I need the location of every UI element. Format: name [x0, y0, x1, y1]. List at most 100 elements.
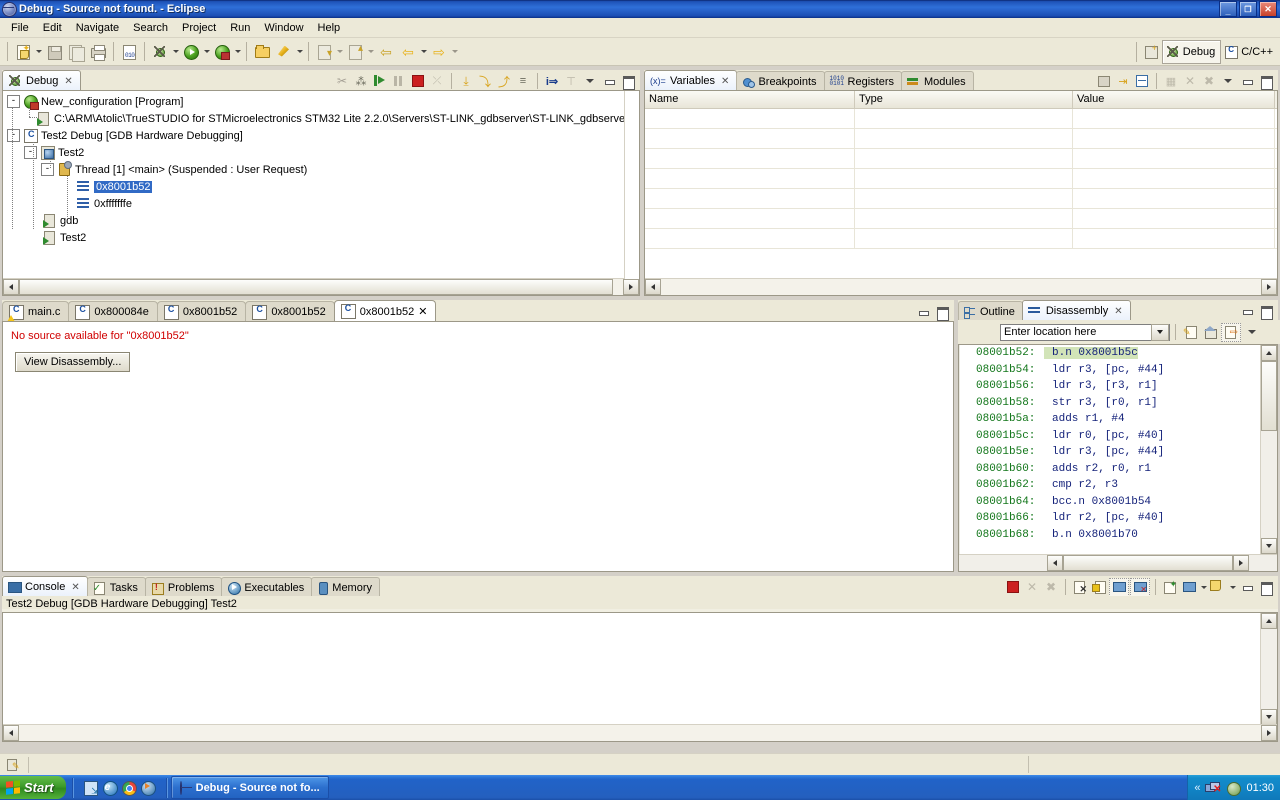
tree-row[interactable]: - Thread [1] <main> (Suspended : User Re… [3, 160, 639, 178]
display-selected-console-icon[interactable]: ✕ [1130, 577, 1150, 597]
scroll-right-button[interactable] [1233, 555, 1249, 571]
print-icon[interactable] [87, 41, 109, 63]
menu-project[interactable]: Project [175, 20, 223, 36]
view-menu-icon[interactable] [1243, 324, 1261, 341]
disassembly-row[interactable]: 08001b64: bcc.n 0x8001b54 [960, 494, 1260, 511]
table-row[interactable] [645, 229, 1277, 249]
show-logical-structure-icon[interactable]: ⇥ [1114, 73, 1132, 90]
disassembly-row[interactable]: 08001b52: b.n 0x8001b5c [960, 345, 1260, 362]
disassembly-row[interactable]: 08001b66: ldr r2, [pc, #40] [960, 510, 1260, 527]
new-icon[interactable]: ✦ [12, 41, 34, 63]
scroll-up-button[interactable] [1261, 613, 1277, 629]
disassembly-row[interactable]: 08001b5c: ldr r0, [pc, #40] [960, 428, 1260, 445]
run-icon[interactable] [180, 41, 202, 63]
scroll-right-button[interactable] [1261, 725, 1277, 741]
console-hscrollbar[interactable] [3, 724, 1277, 741]
media-player-icon[interactable] [140, 780, 156, 796]
table-row[interactable] [645, 109, 1277, 129]
previous-annotation-icon[interactable]: ▴ [344, 41, 366, 63]
scroll-thumb[interactable] [1063, 555, 1233, 571]
disconnect-icon[interactable]: ✂ [333, 73, 351, 90]
expander-icon[interactable]: - [24, 146, 37, 159]
minimize-icon[interactable] [600, 73, 618, 90]
drop-to-frame-icon[interactable]: ≡ [514, 73, 532, 90]
expander-icon[interactable]: - [41, 163, 54, 176]
open-console-icon[interactable]: ✦ [1161, 579, 1179, 596]
minimize-button[interactable]: _ [1219, 1, 1237, 17]
tab-registers[interactable]: 1010 0101 Registers [823, 71, 902, 91]
minimize-icon[interactable] [1238, 303, 1256, 320]
close-button[interactable]: ✕ [1259, 1, 1277, 17]
scroll-right-button[interactable] [1261, 279, 1277, 295]
debug-dropdown-arrow[interactable] [171, 42, 180, 62]
show-type-names-icon[interactable] [1095, 73, 1113, 90]
tab-tasks[interactable]: ✓ Tasks [86, 577, 146, 597]
editor-tab-0x8001b52-1[interactable]: 0x8001b52 [156, 301, 247, 322]
maximize-icon[interactable] [619, 73, 637, 90]
minimize-icon[interactable] [1238, 73, 1256, 90]
tab-disassembly[interactable]: Disassembly ✕ [1021, 300, 1131, 321]
minimize-icon[interactable] [914, 304, 932, 321]
scroll-thumb[interactable] [1261, 361, 1277, 431]
tab-executables[interactable]: Executables [221, 577, 313, 597]
security-icon[interactable] [1226, 781, 1242, 796]
external-tools-icon[interactable] [211, 41, 233, 63]
collapse-all-icon[interactable] [1133, 73, 1151, 90]
debug-tree-vscrollbar[interactable] [624, 91, 639, 279]
tab-modules[interactable]: Modules [901, 71, 974, 91]
remove-all-launches-icon[interactable]: ✖ [1042, 579, 1060, 596]
close-icon[interactable]: ✕ [721, 76, 729, 87]
tree-row[interactable]: C:\ARM\Atolic\TrueSTUDIO for STMicroelec… [3, 110, 639, 127]
disassembly-row[interactable]: 08001b68: b.n 0x8001b70 [960, 527, 1260, 544]
disassembly-row[interactable]: 08001b62: cmp r2, r3 [960, 477, 1260, 494]
table-row[interactable] [645, 169, 1277, 189]
maximize-icon[interactable] [933, 304, 951, 321]
binary-icon[interactable] [118, 41, 140, 63]
table-row[interactable] [645, 209, 1277, 229]
add-watch-icon[interactable]: ▦ [1162, 73, 1180, 90]
suspend-icon[interactable] [390, 73, 408, 90]
disconnect2-icon[interactable]: ⤫ [428, 73, 446, 90]
scroll-left-button[interactable] [3, 725, 19, 741]
run-dropdown-arrow[interactable] [202, 42, 211, 62]
table-row[interactable] [645, 189, 1277, 209]
scroll-left-button[interactable] [1047, 555, 1063, 571]
debug-icon[interactable] [149, 41, 171, 63]
variables-hscrollbar[interactable] [645, 278, 1277, 295]
scroll-up-button[interactable] [1261, 345, 1277, 361]
back-history-icon[interactable]: ⇦ [397, 41, 419, 63]
terminate-icon[interactable] [409, 73, 427, 90]
step-over-icon[interactable]: ⤵ [476, 73, 494, 90]
tree-row[interactable]: 0xfffffffe [3, 195, 639, 212]
disassembly-hscrollbar[interactable] [959, 554, 1277, 571]
disassembly-vscrollbar[interactable] [1260, 345, 1277, 554]
close-icon[interactable]: ✕ [1114, 306, 1122, 317]
close-icon[interactable]: ✕ [64, 76, 72, 87]
marker-icon[interactable] [273, 41, 295, 63]
editor-tab-0x800084e[interactable]: 0x800084e [68, 301, 158, 322]
disassembly-row[interactable]: 08001b5e: ldr r3, [pc, #44] [960, 444, 1260, 461]
external-tools-dropdown-arrow[interactable] [233, 42, 242, 62]
table-row[interactable] [645, 129, 1277, 149]
new-console-dropdown-arrow[interactable] [1199, 577, 1208, 597]
disassembly-row[interactable]: 08001b56: ldr r3, [r3, r1] [960, 378, 1260, 395]
column-type[interactable]: Type [855, 91, 1073, 108]
tab-breakpoints[interactable]: Breakpoints [736, 71, 825, 91]
step-return-icon[interactable]: ⤴ [495, 73, 513, 90]
menu-window[interactable]: Window [257, 20, 310, 36]
scroll-down-button[interactable] [1261, 538, 1277, 554]
perspective-cpp[interactable]: C C/C++ [1221, 41, 1278, 63]
terminate-icon[interactable] [1004, 579, 1022, 596]
editor-tab-0x8001b52-2[interactable]: 0x8001b52 [245, 301, 335, 322]
menu-help[interactable]: Help [311, 20, 348, 36]
show-source-icon[interactable]: ✎ [1181, 324, 1199, 341]
maximize-icon[interactable] [1257, 73, 1275, 90]
open-resource-icon[interactable] [251, 41, 273, 63]
remove-all-terminated-icon[interactable]: ⁂ [352, 73, 370, 90]
new-console-view-icon[interactable] [1180, 579, 1198, 596]
disassembly-row[interactable]: 08001b5a: adds r1, #4 [960, 411, 1260, 428]
remove-icon[interactable]: ✕ [1181, 73, 1199, 90]
disassembly-row[interactable]: 08001b60: adds r2, r0, r1 [960, 461, 1260, 478]
chevron-down-icon[interactable] [1151, 323, 1169, 341]
tree-row[interactable]: - New_configuration [Program] [3, 93, 639, 110]
